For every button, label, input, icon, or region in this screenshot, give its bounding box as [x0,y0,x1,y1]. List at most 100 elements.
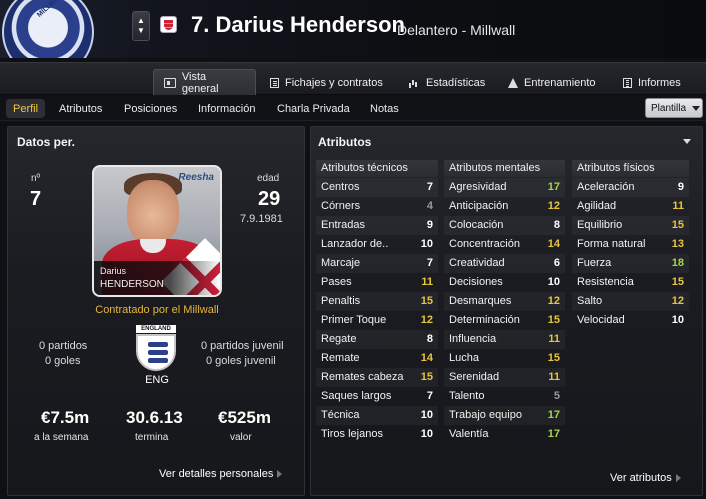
england-badge-icon[interactable]: ENGLAND [136,325,176,371]
arrow-right-icon [277,470,283,478]
player-nav-stepper[interactable]: ▲ ▼ [132,11,150,41]
attribute-row[interactable]: Lucha 15 [444,349,565,368]
subnav-notas[interactable]: Notas [363,99,406,118]
attribute-row[interactable]: Anticipación 12 [444,197,565,216]
attribute-row[interactable]: Técnica 10 [316,406,438,425]
attribute-name: Colocación [449,219,504,231]
tab-estadisticas[interactable]: Estadísticas [398,69,495,96]
senior-appearances: 0 partidos [39,340,88,352]
attribute-row[interactable]: Córners 4 [316,197,438,216]
attribute-value: 7 [426,181,433,193]
link-label: Ver detalles personales [159,468,274,480]
attribute-row[interactable]: Lanzador de.. 10 [316,235,438,254]
attribute-row[interactable]: Tiros lejanos 10 [316,425,438,444]
attribute-row[interactable]: Valentía 17 [444,425,565,444]
tab-entrenamiento[interactable]: Entrenamiento [498,69,606,96]
panel-title-personal: Datos per. [17,135,76,149]
attribute-row[interactable]: Velocidad 10 [572,311,689,330]
tab-fichajes-contratos[interactable]: Fichajes y contratos [260,69,393,96]
attribute-name: Aceleración [577,181,635,193]
page-title: 7. Darius Henderson [191,12,405,37]
attribute-value: 4 [426,200,433,212]
attribute-row[interactable]: Resistencia 15 [572,273,689,292]
attribute-row[interactable]: Saques largos 7 [316,387,438,406]
attribute-row[interactable]: Marcaje 7 [316,254,438,273]
tab-label: Fichajes y contratos [285,76,383,89]
attribute-name: Creatividad [449,257,505,269]
squad-dropdown-label: Plantilla [651,102,687,114]
chevron-up-icon[interactable]: ▲ [137,16,145,26]
attribute-value: 10 [420,238,433,250]
attribute-value: 7 [426,257,433,269]
attribute-row[interactable]: Aceleración 9 [572,178,689,197]
attribute-row[interactable]: Regate 8 [316,330,438,349]
subnav-perfil[interactable]: Perfil [6,99,46,118]
attribute-value: 14 [547,238,560,250]
attribute-row[interactable]: Agilidad 11 [572,197,689,216]
contract-status[interactable]: Contratado por el Millwall [8,304,306,316]
date-of-birth: 7.9.1981 [240,213,283,225]
player-photo[interactable]: Reesha Darius HENDERSON [92,165,222,297]
attribute-row[interactable]: Colocación 8 [444,216,565,235]
attribute-row[interactable]: Trabajo equipo 17 [444,406,565,425]
club-crest-icon[interactable]: MILLWALL F.C. [2,0,94,58]
attribute-name: Concentración [449,238,520,250]
attribute-name: Remates cabeza [321,371,404,383]
attribute-value: 12 [420,314,433,326]
attribute-row[interactable]: Equilibrio 15 [572,216,689,235]
document-icon [270,77,279,88]
attribute-row[interactable]: Penaltis 15 [316,292,438,311]
attribute-name: Técnica [321,409,360,421]
physical-attributes: Atributos físicos Aceleración 9 Agilidad 11… [572,160,689,330]
player-position-club[interactable]: Delantero - Millwall [397,22,515,38]
main-tab-bar: Vista general Fichajes y contratos Estad… [0,62,706,96]
subnav-charla-privada[interactable]: Charla Privada [270,99,357,118]
attribute-row[interactable]: Concentración 14 [444,235,565,254]
chevron-down-icon[interactable]: ▼ [137,26,145,36]
subnav-atributos[interactable]: Atributos [52,99,109,118]
attribute-row[interactable]: Influencia 11 [444,330,565,349]
attribute-value: 5 [553,390,560,402]
nationality-code: ENG [145,374,169,386]
attribute-row[interactable]: Remates cabeza 15 [316,368,438,387]
attribute-row[interactable]: Decisiones 10 [444,273,565,292]
subnav-posiciones[interactable]: Posiciones [117,99,184,118]
attribute-name: Talento [449,390,485,402]
attribute-row[interactable]: Agresividad 17 [444,178,565,197]
view-personal-details-link[interactable]: Ver detalles personales [159,468,283,480]
squad-dropdown[interactable]: Plantilla [645,98,703,118]
subnav-informacion[interactable]: Información [191,99,262,118]
view-attributes-link[interactable]: Ver atributos [610,472,681,484]
attribute-row[interactable]: Determinación 15 [444,311,565,330]
attribute-row[interactable]: Primer Toque 12 [316,311,438,330]
tab-vista-general[interactable]: Vista general [153,69,256,96]
bar-chart-icon [408,78,420,88]
attribute-value: 11 [548,333,560,345]
attribute-row[interactable]: Fuerza 18 [572,254,689,273]
attribute-name: Agresividad [449,181,507,193]
attribute-row[interactable]: Entradas 9 [316,216,438,235]
tab-informes[interactable]: Informes [613,69,691,96]
photo-logo: Reesha [178,172,214,183]
age-label: edad [257,173,280,184]
chevron-down-icon[interactable] [683,139,691,144]
attribute-row[interactable]: Pases 11 [316,273,438,292]
attribute-row[interactable]: Remate 14 [316,349,438,368]
attribute-row[interactable]: Desmarques 12 [444,292,565,311]
attribute-value: 12 [671,295,684,307]
attribute-name: Valentía [449,428,489,440]
attribute-row[interactable]: Talento 5 [444,387,565,406]
technical-attributes-header: Atributos técnicos [316,160,438,177]
attribute-value: 10 [420,428,433,440]
attribute-name: Pases [321,276,352,288]
attribute-row[interactable]: Centros 7 [316,178,438,197]
attribute-value: 17 [547,181,560,193]
mental-attributes: Atributos mentales Agresividad 17 Anticipa… [444,160,565,444]
attribute-value: 15 [547,314,560,326]
attribute-row[interactable]: Salto 12 [572,292,689,311]
youth-goals: 0 goles juvenil [206,355,276,367]
attribute-row[interactable]: Forma natural 13 [572,235,689,254]
attribute-row[interactable]: Creatividad 6 [444,254,565,273]
attribute-row[interactable]: Serenidad 11 [444,368,565,387]
attribute-name: Entradas [321,219,366,231]
